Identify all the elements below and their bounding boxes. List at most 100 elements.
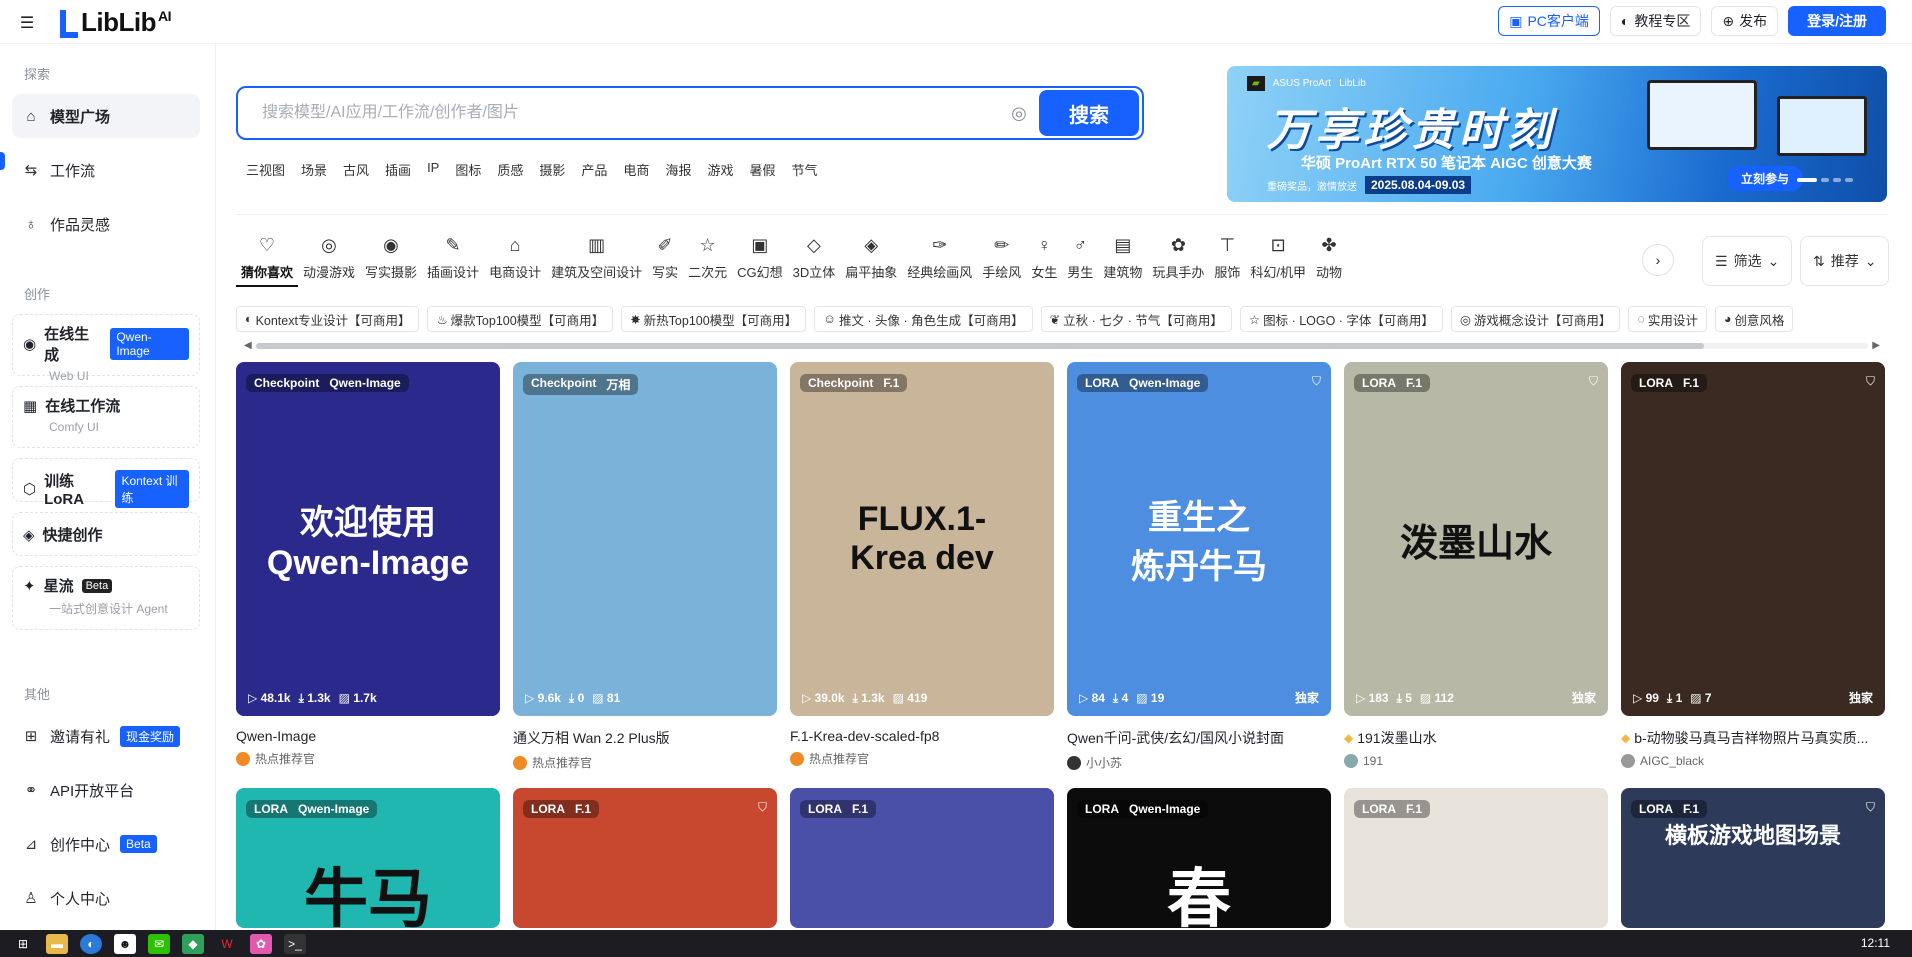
app-pink-icon[interactable]: ✿ [250, 933, 272, 954]
category-tab[interactable]: ⊤ 服饰 [1209, 234, 1245, 287]
category-tab[interactable]: ◉ 写实摄影 [360, 234, 422, 287]
scroll-right-icon[interactable]: ▶ [1872, 340, 1880, 351]
pc-client-button[interactable]: ▣ PC客户端 [1498, 6, 1600, 36]
hot-word[interactable]: 质感 [497, 160, 523, 179]
chips-scrollbar[interactable]: ◀ ▶ [244, 340, 1880, 351]
wps-icon[interactable]: W [216, 934, 238, 954]
banner-dot[interactable] [1833, 178, 1841, 182]
model-card[interactable]: 泼墨山水 LORA F.1 ⛉ ▷ 183 ⤓ 5 ▨ 112 独家 ◆ 191泼墨山水 191 [1344, 362, 1608, 768]
topic-chip[interactable]: ❦ 立秋 · 七夕 · 节气【可商用】 [1040, 306, 1232, 332]
hot-word[interactable]: 古风 [343, 160, 369, 179]
model-author[interactable]: 热点推荐官 [236, 750, 500, 767]
sidebar-card-online-workflow[interactable]: ▦ 在线工作流 Comfy UI [12, 386, 200, 448]
model-thumbnail[interactable]: LORA F.1 ⛉ ▷ 99 ⤓ 1 ▨ 7 独家 [1621, 362, 1885, 716]
scroll-thumb[interactable] [256, 343, 1704, 349]
model-title[interactable]: ◆ 191泼墨山水 [1344, 728, 1608, 748]
banner-dot[interactable] [1821, 178, 1829, 182]
sidebar-card-quick-create[interactable]: ◈ 快捷创作 [12, 512, 200, 556]
category-tab[interactable]: ▥ 建筑及空间设计 [546, 234, 647, 287]
category-tab[interactable]: ✿ 玩具手办 [1147, 234, 1209, 287]
model-title[interactable]: ◆ b-动物骏马真马吉祥物照片马真实质... [1621, 728, 1885, 748]
model-card[interactable]: 牛马 LORA Qwen-Image [236, 788, 500, 928]
hot-word[interactable]: 摄影 [539, 160, 565, 179]
topic-chip[interactable]: ✸ 新热Top100模型【可商用】 [621, 306, 807, 332]
hot-word[interactable]: 海报 [665, 160, 691, 179]
hot-word[interactable]: 电商 [623, 160, 649, 179]
model-card[interactable]: Checkpoint 万相 ▷ 9.6k ⤓ 0 ▨ 81 通义万相 Wan 2.2 Pl… [513, 362, 777, 771]
category-tab[interactable]: ✎ 插画设计 [422, 234, 484, 287]
model-author[interactable]: 热点推荐官 [513, 754, 777, 771]
model-thumbnail[interactable]: 泼墨山水 LORA F.1 ⛉ ▷ 183 ⤓ 5 ▨ 112 独家 [1344, 362, 1608, 716]
category-next-button[interactable]: › [1642, 244, 1674, 276]
hot-word[interactable]: 暑假 [749, 160, 775, 179]
model-card[interactable]: LORA F.1 [1344, 788, 1608, 928]
model-title[interactable]: Qwen千问-武侠/玄幻/国风小说封面 [1067, 728, 1331, 748]
wechat-icon[interactable]: ✉ [148, 933, 170, 954]
model-card[interactable]: LORA F.1 [790, 788, 1054, 928]
hot-word[interactable]: IP [427, 160, 439, 179]
banner-dot[interactable] [1845, 178, 1853, 182]
login-button[interactable]: 登录/注册 [1788, 6, 1886, 36]
model-card[interactable]: FLUX.1- Krea dev Checkpoint F.1 ▷ 39.0k ⤓ 1.… [790, 362, 1054, 767]
category-tab[interactable]: ▣ CG幻想 [732, 234, 788, 287]
hot-word[interactable]: 插画 [385, 160, 411, 179]
tutorial-button[interactable]: ◐ 教程专区 [1609, 6, 1702, 36]
topic-chip[interactable]: ◐ Kontext专业设计【可商用】 [236, 306, 420, 332]
sidebar-card-xingliu[interactable]: ✦ 星流 Beta 一站式创意设计 Agent [12, 566, 200, 630]
hot-word[interactable]: 三视图 [246, 160, 285, 179]
model-author[interactable]: 小小苏 [1067, 754, 1331, 771]
sort-button[interactable]: ⇅ 推荐 ⌄ [1800, 236, 1890, 286]
sidebar-item-api[interactable]: ⚭ API开放平台 [12, 768, 200, 812]
sidebar-item-profile[interactable]: ♙ 个人中心 [12, 876, 200, 920]
qq-icon[interactable]: ☻ [114, 933, 136, 954]
topic-chip[interactable]: ◕ 创意风格 [1714, 306, 1794, 332]
hot-word[interactable]: 节气 [791, 160, 817, 179]
scroll-left-icon[interactable]: ◀ [244, 340, 252, 351]
model-thumbnail[interactable]: FLUX.1- Krea dev Checkpoint F.1 ▷ 39.0k ⤓ 1.… [790, 362, 1054, 716]
model-author[interactable]: AIGC_black [1621, 754, 1885, 768]
hot-word[interactable]: 游戏 [707, 160, 733, 179]
banner-join-button[interactable]: 立刻参与 [1727, 166, 1804, 191]
model-card[interactable]: LORA F.1 ⛉ ▷ 99 ⤓ 1 ▨ 7 独家 ◆ b-动物骏马真马吉祥物照片马真实质..… [1621, 362, 1885, 768]
hamburger-menu-icon[interactable]: ☰ [14, 10, 40, 36]
sidebar-item-invite[interactable]: ⊞ 邀请有礼 现金奖励 [12, 714, 200, 758]
topic-chip[interactable]: ♨ 爆款Top100模型【可商用】 [427, 306, 614, 332]
sidebar-card-train-lora[interactable]: ⬡ 训练LoRA Kontext 训练 [12, 458, 200, 508]
hot-word[interactable]: 图标 [455, 160, 481, 179]
model-thumbnail[interactable]: 重生之 炼丹牛马 LORA Qwen-Image ⛉ ▷ 84 ⤓ 4 ▨ 19 独家 [1067, 362, 1331, 716]
banner-dot[interactable] [1797, 178, 1817, 182]
category-tab[interactable]: ▤ 建筑物 [1098, 234, 1147, 287]
filter-button[interactable]: ☰ 筛选 ⌄ [1702, 236, 1793, 286]
file-explorer-icon[interactable]: ▬ [46, 933, 68, 954]
liblib-logo[interactable]: LibLib AI [60, 6, 171, 38]
category-tab[interactable]: ♀ 女生 [1026, 234, 1062, 287]
category-tab[interactable]: ✤ 动物 [1311, 234, 1347, 287]
model-card[interactable]: LORA F.1 ⛉ [513, 788, 777, 928]
category-tab[interactable]: ♂ 男生 [1062, 234, 1098, 287]
edge-browser-icon[interactable]: ◐ [80, 933, 102, 954]
sidebar-card-online-generate[interactable]: ◉ 在线生成 Qwen-Image Web UI [12, 314, 200, 383]
sidebar-item-creator-center[interactable]: ⊿ 创作中心 Beta [12, 822, 200, 866]
topic-chip[interactable]: ◌ 实用设计 [1628, 306, 1707, 332]
model-author[interactable]: 191 [1344, 754, 1608, 768]
windows-start-icon[interactable]: ⊞ [12, 934, 34, 954]
model-card[interactable]: 重生之 炼丹牛马 LORA Qwen-Image ⛉ ▷ 84 ⤓ 4 ▨ 19 独家 Qwen… [1067, 362, 1331, 771]
category-tab[interactable]: ☆ 二次元 [683, 234, 732, 287]
model-thumbnail[interactable]: 欢迎使用 Qwen-Image Checkpoint Qwen-Image ▷ 48.… [236, 362, 500, 716]
category-tab[interactable]: ♡ 猜你喜欢 [236, 234, 299, 287]
category-tab[interactable]: ⊡ 科幻/机甲 [1245, 234, 1311, 287]
category-tab[interactable]: ✑ 经典绘画风 [902, 234, 977, 287]
category-tab[interactable]: ⌂ 电商设计 [484, 234, 546, 287]
category-tab[interactable]: ◇ 3D立体 [788, 234, 841, 287]
terminal-icon[interactable]: >_ [284, 933, 306, 954]
model-title[interactable]: Qwen-Image [236, 728, 500, 744]
model-card[interactable]: 欢迎使用 Qwen-Image Checkpoint Qwen-Image ▷ 48.… [236, 362, 500, 767]
category-tab[interactable]: ◈ 扁平抽象 [840, 234, 902, 287]
model-card[interactable]: 横板游戏地图场景 LORA F.1 ⛉ [1621, 788, 1885, 928]
sidebar-item-inspiration[interactable]: ♁ 作品灵感 [12, 202, 200, 246]
model-title[interactable]: F.1-Krea-dev-scaled-fp8 [790, 728, 1054, 744]
search-input[interactable] [238, 88, 999, 138]
model-author[interactable]: 热点推荐官 [790, 750, 1054, 767]
publish-button[interactable]: ⊕ 发布 [1711, 6, 1779, 36]
topic-chip[interactable]: ☺ 推文 · 头像 · 角色生成【可商用】 [814, 306, 1033, 332]
